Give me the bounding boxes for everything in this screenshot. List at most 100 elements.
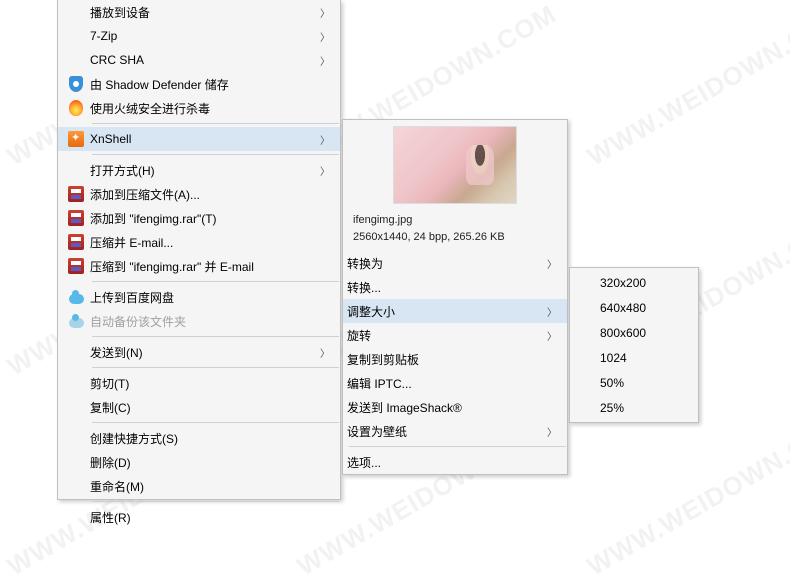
menu-label: 打开方式(H) — [90, 162, 312, 179]
menu-label: 自动备份该文件夹 — [90, 313, 330, 330]
menu-create-shortcut[interactable]: 创建快捷方式(S) — [58, 426, 340, 450]
menu-label: 添加到 "ifengimg.rar"(T) — [90, 210, 330, 227]
menu-label: CRC SHA — [90, 53, 312, 67]
resize-50pct[interactable]: 50% — [570, 370, 698, 395]
submenu-arrow-icon: 〉 — [547, 328, 557, 343]
menu-separator — [92, 367, 339, 368]
context-menu-primary: 播放到设备 〉 7-Zip 〉 CRC SHA 〉 由 Shadow Defen… — [57, 0, 341, 500]
menu-set-wallpaper[interactable]: 设置为壁纸 〉 — [343, 419, 567, 443]
menu-copy-clipboard[interactable]: 复制到剪贴板 — [343, 347, 567, 371]
blank-icon — [62, 26, 90, 46]
menu-label: 由 Shadow Defender 储存 — [90, 76, 330, 93]
filename-text: ifengimg.jpg — [353, 212, 557, 229]
menu-label: 640x480 — [600, 301, 688, 315]
xnshell-icon — [62, 129, 90, 149]
blank-icon — [62, 452, 90, 472]
xnshell-submenu: ifengimg.jpg 2560x1440, 24 bpp, 265.26 K… — [342, 119, 568, 475]
menu-separator — [92, 336, 339, 337]
menu-shadow-defender[interactable]: 由 Shadow Defender 储存 — [58, 72, 340, 96]
flame-icon — [62, 98, 90, 118]
menu-add-to-archive[interactable]: 添加到压缩文件(A)... — [58, 182, 340, 206]
submenu-arrow-icon: 〉 — [320, 132, 330, 147]
menu-play-to-device[interactable]: 播放到设备 〉 — [58, 0, 340, 24]
menu-label: 添加到压缩文件(A)... — [90, 186, 330, 203]
menu-7zip[interactable]: 7-Zip 〉 — [58, 24, 340, 48]
blank-icon — [62, 507, 90, 527]
blank-icon — [62, 428, 90, 448]
menu-rotate[interactable]: 旋转 〉 — [343, 323, 567, 347]
image-thumbnail — [393, 126, 517, 204]
menu-rename[interactable]: 重命名(M) — [58, 474, 340, 498]
resize-640x480[interactable]: 640x480 — [570, 295, 698, 320]
resize-800x600[interactable]: 800x600 — [570, 320, 698, 345]
shield-icon — [62, 74, 90, 94]
resize-submenu: 320x200 640x480 800x600 1024 50% 25% — [569, 267, 699, 423]
menu-label: 设置为壁纸 — [347, 423, 539, 440]
menu-label: 320x200 — [600, 276, 688, 290]
menu-label: 50% — [600, 376, 688, 390]
menu-compress-email[interactable]: 压缩并 E-mail... — [58, 230, 340, 254]
menu-send-imageshack[interactable]: 发送到 ImageShack® — [343, 395, 567, 419]
menu-cut[interactable]: 剪切(T) — [58, 371, 340, 395]
menu-options[interactable]: 选项... — [343, 450, 567, 474]
resize-320x200[interactable]: 320x200 — [570, 270, 698, 295]
winrar-icon — [62, 208, 90, 228]
menu-label: 调整大小 — [347, 303, 539, 320]
menu-label: 压缩到 "ifengimg.rar" 并 E-mail — [90, 258, 330, 275]
cloud-icon — [62, 311, 90, 331]
menu-label: 复制到剪贴板 — [347, 351, 557, 368]
submenu-arrow-icon: 〉 — [547, 304, 557, 319]
menu-label: 发送到(N) — [90, 344, 312, 361]
menu-delete[interactable]: 删除(D) — [58, 450, 340, 474]
submenu-arrow-icon: 〉 — [320, 53, 330, 68]
menu-compress-rar-email[interactable]: 压缩到 "ifengimg.rar" 并 E-mail — [58, 254, 340, 278]
menu-separator — [92, 123, 339, 124]
menu-label: 使用火绒安全进行杀毒 — [90, 100, 330, 117]
submenu-arrow-icon: 〉 — [320, 29, 330, 44]
menu-separator — [92, 501, 339, 502]
winrar-icon — [62, 184, 90, 204]
menu-label: 旋转 — [347, 327, 539, 344]
menu-label: 转换为 — [347, 255, 539, 272]
menu-open-with[interactable]: 打开方式(H) 〉 — [58, 158, 340, 182]
menu-label: 复制(C) — [90, 399, 330, 416]
menu-label: 创建快捷方式(S) — [90, 430, 330, 447]
image-info: ifengimg.jpg 2560x1440, 24 bpp, 265.26 K… — [343, 210, 567, 251]
menu-label: 编辑 IPTC... — [347, 375, 557, 392]
menu-label: 删除(D) — [90, 454, 330, 471]
menu-label: 转换... — [347, 279, 557, 296]
menu-add-to-rar[interactable]: 添加到 "ifengimg.rar"(T) — [58, 206, 340, 230]
menu-resize[interactable]: 调整大小 〉 — [343, 299, 567, 323]
submenu-arrow-icon: 〉 — [547, 256, 557, 271]
metadata-text: 2560x1440, 24 bpp, 265.26 KB — [353, 229, 557, 246]
cloud-icon — [62, 287, 90, 307]
menu-edit-iptc[interactable]: 编辑 IPTC... — [343, 371, 567, 395]
menu-copy[interactable]: 复制(C) — [58, 395, 340, 419]
menu-crc-sha[interactable]: CRC SHA 〉 — [58, 48, 340, 72]
menu-huorong-scan[interactable]: 使用火绒安全进行杀毒 — [58, 96, 340, 120]
menu-label: 剪切(T) — [90, 375, 330, 392]
menu-xnshell[interactable]: XnShell 〉 — [58, 127, 340, 151]
blank-icon — [62, 2, 90, 22]
menu-label: 选项... — [347, 454, 557, 471]
menu-convert[interactable]: 转换... — [343, 275, 567, 299]
blank-icon — [62, 160, 90, 180]
menu-label: 重命名(M) — [90, 478, 330, 495]
menu-label: 800x600 — [600, 326, 688, 340]
menu-label: 属性(R) — [90, 509, 330, 526]
menu-properties[interactable]: 属性(R) — [58, 505, 340, 529]
menu-convert-to[interactable]: 转换为 〉 — [343, 251, 567, 275]
winrar-icon — [62, 256, 90, 276]
menu-label: 发送到 ImageShack® — [347, 399, 557, 416]
menu-separator — [92, 154, 339, 155]
submenu-arrow-icon: 〉 — [320, 345, 330, 360]
menu-label: 7-Zip — [90, 29, 312, 43]
menu-label: 压缩并 E-mail... — [90, 234, 330, 251]
menu-label: 播放到设备 — [90, 4, 312, 21]
menu-upload-baidu[interactable]: 上传到百度网盘 — [58, 285, 340, 309]
resize-25pct[interactable]: 25% — [570, 395, 698, 420]
menu-label: XnShell — [90, 132, 312, 146]
menu-separator — [92, 281, 339, 282]
resize-1024[interactable]: 1024 — [570, 345, 698, 370]
menu-send-to[interactable]: 发送到(N) 〉 — [58, 340, 340, 364]
